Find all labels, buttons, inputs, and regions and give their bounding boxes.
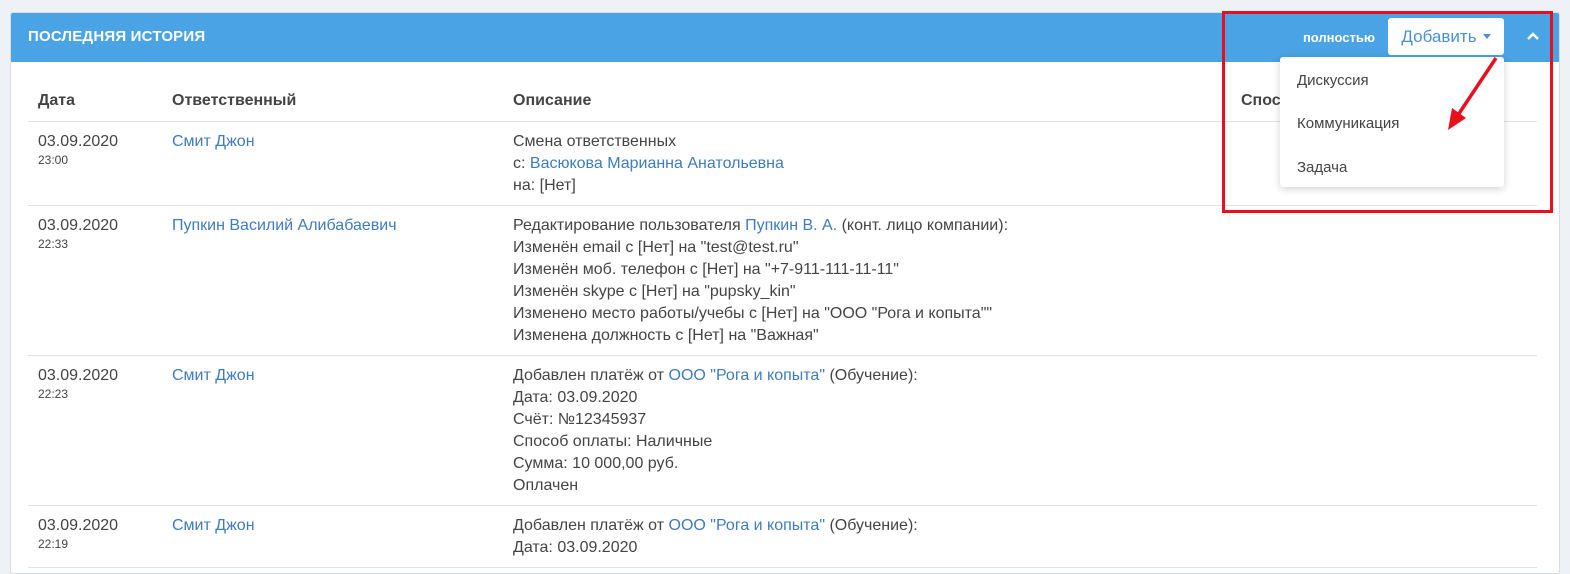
- row-description-cell: Добавлен платёж от ООО "Рога и копыта" (…: [503, 355, 1537, 506]
- description-text: Редактирование пользователя: [513, 217, 746, 234]
- description-line: Счёт: №12345937: [513, 411, 647, 428]
- description-text: с:: [513, 155, 530, 172]
- description-text: Добавлен платёж от: [513, 367, 669, 384]
- row-time: 22:19: [38, 537, 69, 551]
- row-description-cell: Редактирование пользователя Пупкин В. А.…: [503, 205, 1537, 356]
- add-button-label: Добавить: [1401, 26, 1477, 46]
- row-time: 23:00: [38, 153, 69, 167]
- description-line: Добавлен платёж от ООО "Рога и копыта" (…: [513, 365, 1527, 387]
- row-date: 03.09.2020: [38, 517, 119, 534]
- row-date-cell: 03.09.2020 23:00: [28, 121, 162, 206]
- row-date-cell: 03.09.2020 22:33: [28, 205, 162, 356]
- description-link[interactable]: ООО "Рога и копыта": [669, 517, 826, 534]
- description-text: (конт. лицо компании):: [837, 217, 1009, 234]
- description-line: Способ оплаты: Наличные: [513, 433, 713, 450]
- row-date-cell: 03.09.2020 22:23: [28, 355, 162, 506]
- row-description-cell: Добавлен платёж от ООО "Рога и копыта" (…: [503, 505, 1537, 568]
- responsible-link[interactable]: Смит Джон: [172, 133, 255, 150]
- description-link[interactable]: Васюкова Марианна Анатольевна: [530, 155, 784, 172]
- responsible-link[interactable]: Смит Джон: [172, 517, 255, 534]
- row-date: 03.09.2020: [38, 133, 119, 150]
- description-line: Изменён skype с [Нет] на "pupsky_kin": [513, 283, 796, 300]
- table-row: 03.09.2020 22:33 Пупкин Василий Алибабаеви…: [28, 205, 1537, 356]
- table-row: 03.09.2020 22:19 Смит Джон Добавлен платёж …: [28, 505, 1537, 568]
- description-line: Изменена должность с [Нет] на "Важная": [513, 327, 819, 344]
- row-responsible-cell: Смит Джон: [162, 121, 503, 206]
- caret-down-icon: [1482, 34, 1491, 39]
- row-date-cell: 03.09.2020 22:19: [28, 505, 162, 568]
- row-responsible-cell: Смит Джон: [162, 505, 503, 568]
- description-text: (Обучение):: [825, 517, 918, 534]
- header-date: Дата: [28, 83, 162, 122]
- row-date: 03.09.2020: [38, 217, 119, 234]
- description-line: Изменено место работы/учебы с [Нет] на "…: [513, 305, 993, 322]
- panel-header: ПОСЛЕДНЯЯ ИСТОРИЯ полностью Добавить: [11, 13, 1559, 62]
- menu-item-task[interactable]: Задача: [1297, 159, 1347, 176]
- description-line: Дата: 03.09.2020: [513, 389, 638, 406]
- responsible-link[interactable]: Смит Джон: [172, 367, 255, 384]
- description-line: Изменён email с [Нет] на "test@test.ru": [513, 239, 799, 256]
- description-text: (Обучение):: [825, 367, 918, 384]
- description-link[interactable]: ООО "Рога и копыта": [669, 367, 826, 384]
- menu-item-communication[interactable]: Коммуникация: [1297, 115, 1399, 132]
- annotation-arrow-icon: [1448, 57, 1498, 130]
- description-line: Дата: 03.09.2020: [513, 539, 638, 556]
- description-link[interactable]: Пупкин В. А.: [745, 217, 837, 234]
- row-responsible-cell: Пупкин Василий Алибабаевич: [162, 205, 503, 356]
- table-row: 03.09.2020 22:23 Смит Джон Добавлен платёж …: [28, 355, 1537, 506]
- row-responsible-cell: Смит Джон: [162, 355, 503, 506]
- row-date: 03.09.2020: [38, 367, 119, 384]
- description-line: Сумма: 10 000,00 руб.: [513, 455, 679, 472]
- full-history-link[interactable]: полностью: [1303, 30, 1375, 45]
- responsible-link[interactable]: Пупкин Василий Алибабаевич: [172, 217, 397, 234]
- header-description-label: Описание: [513, 92, 592, 109]
- description-text: Добавлен платёж от: [513, 517, 669, 534]
- header-method-label: Спос: [1241, 92, 1281, 109]
- panel-title: ПОСЛЕДНЯЯ ИСТОРИЯ: [28, 28, 206, 45]
- description-line: Оплачен: [513, 477, 579, 494]
- header-responsible: Ответственный: [162, 83, 503, 122]
- row-time: 22:23: [38, 387, 69, 401]
- description-line: Добавлен платёж от ООО "Рога и копыта" (…: [513, 515, 1527, 537]
- menu-item-discussion[interactable]: Дискуссия: [1297, 72, 1369, 89]
- description-line: Редактирование пользователя Пупкин В. А.…: [513, 215, 1527, 237]
- chevron-up-icon[interactable]: [1524, 27, 1542, 45]
- description-line: Изменён моб. телефон с [Нет] на "+7-911-…: [513, 261, 899, 278]
- row-time: 22:33: [38, 237, 69, 251]
